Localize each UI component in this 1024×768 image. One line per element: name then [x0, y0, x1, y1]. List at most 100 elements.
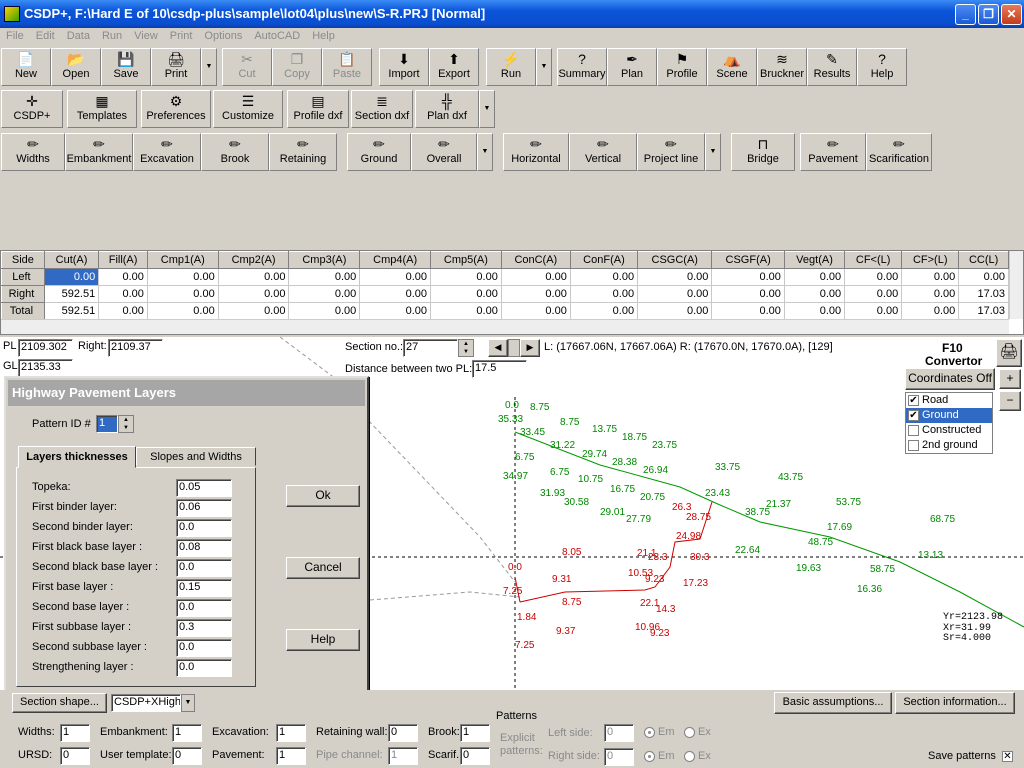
grid-cell[interactable]: 0.00: [43, 268, 100, 286]
toolbar-profile-button[interactable]: ⚑ Profile: [657, 48, 707, 86]
grid-column-header[interactable]: Cut(A): [43, 251, 100, 269]
pattern-id-spinner[interactable]: ▲ ▼: [118, 415, 134, 433]
print-section-button[interactable]: 🖨: [996, 339, 1022, 367]
toolbar-brook-button[interactable]: ✏ Brook: [201, 133, 269, 171]
toolbar-print-button[interactable]: 🖨 Print: [151, 48, 201, 86]
toolbar-plan-button[interactable]: ✒ Plan: [607, 48, 657, 86]
grid-cell[interactable]: 0.00: [783, 285, 846, 303]
grid-cell[interactable]: 0.00: [901, 302, 960, 320]
layer-thickness-input[interactable]: 0.05: [176, 479, 232, 497]
grid-cell[interactable]: 0.00: [637, 285, 713, 303]
field-input[interactable]: 1: [172, 724, 202, 742]
menu-help[interactable]: Help: [306, 28, 341, 46]
grid-column-header[interactable]: CSGF(A): [711, 251, 785, 269]
layer-thickness-input[interactable]: 0.06: [176, 499, 232, 517]
toolbar-retaining-button[interactable]: ✏ Retaining: [269, 133, 337, 171]
section-scroll-thumb[interactable]: [508, 339, 520, 357]
grid-cell[interactable]: 0.00: [901, 268, 960, 286]
grid-cell[interactable]: 0.00: [98, 268, 148, 286]
toolbar-help-button[interactable]: ? Help: [857, 48, 907, 86]
field-input[interactable]: 1: [276, 747, 306, 765]
zoom-out-button[interactable]: −: [999, 391, 1021, 411]
toolbar-widths-button[interactable]: ✏ Widths: [1, 133, 65, 171]
layer-thickness-input[interactable]: 0.0: [176, 659, 232, 677]
chevron-down-icon[interactable]: ▼: [181, 694, 195, 712]
menu-autocad[interactable]: AutoCAD: [248, 28, 306, 46]
checkbox[interactable]: ✔: [908, 394, 919, 406]
field-input[interactable]: 0: [60, 747, 90, 765]
grid-column-header[interactable]: CF>(L): [901, 251, 960, 269]
grid-cell[interactable]: 0.00: [217, 285, 290, 303]
section-information-button[interactable]: Section information...: [895, 692, 1015, 714]
field-input[interactable]: 1: [60, 724, 90, 742]
grid-cell[interactable]: 0.00: [844, 302, 903, 320]
left-ex-radio[interactable]: Ex: [684, 726, 711, 738]
chevron-down-icon[interactable]: ▼: [479, 90, 495, 128]
grid-cell[interactable]: 0.00: [430, 268, 502, 286]
chevron-down-icon[interactable]: ▼: [477, 133, 493, 171]
chevron-down-icon[interactable]: ▼: [201, 48, 217, 86]
layer-thickness-input[interactable]: 0.0: [176, 559, 232, 577]
grid-column-header[interactable]: Fill(A): [98, 251, 148, 269]
layer-item-ground[interactable]: ✔ Ground: [906, 408, 992, 423]
right-side-input[interactable]: 0: [604, 748, 634, 766]
grid-row-header[interactable]: Total: [1, 302, 45, 320]
pl-input[interactable]: 2109.302: [18, 339, 73, 357]
gl-input[interactable]: 2135.33: [18, 359, 73, 377]
cancel-button[interactable]: Cancel: [286, 557, 360, 579]
grid-cell[interactable]: 0.00: [711, 268, 785, 286]
layer-thickness-input[interactable]: 0.15: [176, 579, 232, 597]
field-input[interactable]: 1: [276, 724, 306, 742]
toolbar-new-button[interactable]: 📄 New: [1, 48, 51, 86]
grid-cell[interactable]: 0.00: [359, 268, 432, 286]
toolbar-profile-dxf-button[interactable]: ▤ Profile dxf: [287, 90, 349, 128]
grid-column-header[interactable]: Cmp2(A): [217, 251, 290, 269]
ok-button[interactable]: Ok: [286, 485, 360, 507]
section-shape-button[interactable]: Section shape...: [12, 693, 107, 713]
grid-cell[interactable]: 0.00: [288, 285, 361, 303]
menu-edit[interactable]: Edit: [30, 28, 61, 46]
grid-cell[interactable]: 0.00: [146, 285, 219, 303]
grid-column-header[interactable]: Cmp3(A): [288, 251, 361, 269]
grid-column-header[interactable]: ConC(A): [500, 251, 571, 269]
toolbar-bruckner-button[interactable]: ≋ Bruckner: [757, 48, 807, 86]
grid-column-header[interactable]: Cmp4(A): [359, 251, 432, 269]
grid-cell[interactable]: 0.00: [637, 268, 713, 286]
layer-item-constructed[interactable]: Constructed: [906, 423, 992, 438]
layer-thickness-input[interactable]: 0.0: [176, 519, 232, 537]
grid-cell[interactable]: 0.00: [783, 302, 846, 320]
grid-cell[interactable]: 0.00: [288, 268, 361, 286]
grid-column-header[interactable]: Vegt(A): [783, 251, 846, 269]
grid-cell[interactable]: 17.03: [958, 302, 1009, 320]
save-patterns-checkbox[interactable]: Save patterns ✕: [928, 750, 1016, 762]
field-input[interactable]: 1: [388, 747, 418, 765]
restore-button[interactable]: ❐: [978, 4, 999, 25]
grid-cell[interactable]: 0.00: [430, 302, 502, 320]
toolbar-plan-dxf-button[interactable]: ╬ Plan dxf: [415, 90, 479, 128]
grid-cell[interactable]: 0.00: [98, 285, 148, 303]
grid-cell[interactable]: 592.51: [43, 285, 100, 303]
toolbar-preferences-button[interactable]: ⚙ Preferences: [141, 90, 211, 128]
toolbar-cut-button[interactable]: ✂ Cut: [222, 48, 272, 86]
toolbar-export-button[interactable]: ⬆ Export: [429, 48, 479, 86]
grid-cell[interactable]: 0.00: [500, 285, 571, 303]
menu-print[interactable]: Print: [164, 28, 199, 46]
layer-item-road[interactable]: ✔ Road: [906, 393, 992, 408]
grid-row-header[interactable]: Left: [1, 268, 45, 286]
chevron-down-icon[interactable]: ▼: [536, 48, 552, 86]
help-button[interactable]: Help: [286, 629, 360, 651]
grid-cell[interactable]: 0.00: [217, 302, 290, 320]
coordinates-off-button[interactable]: Coordinates Off: [905, 368, 995, 390]
layer-thickness-input[interactable]: 0.0: [176, 639, 232, 657]
section-no-input[interactable]: 27: [403, 339, 458, 357]
pattern-id-input[interactable]: 1: [96, 415, 118, 433]
basic-assumptions-button[interactable]: Basic assumptions...: [774, 692, 892, 714]
grid-cell[interactable]: 0.00: [217, 268, 290, 286]
field-input[interactable]: 0: [172, 747, 202, 765]
grid-cell[interactable]: 0.00: [958, 268, 1009, 286]
toolbar-pavement-button[interactable]: ✏ Pavement: [800, 133, 866, 171]
toolbar-run-button[interactable]: ⚡ Run: [486, 48, 536, 86]
checkbox[interactable]: ✔: [908, 409, 919, 421]
toolbar-csdp--button[interactable]: ✛ CSDP+: [1, 90, 63, 128]
grid-column-header[interactable]: Cmp1(A): [146, 251, 219, 269]
